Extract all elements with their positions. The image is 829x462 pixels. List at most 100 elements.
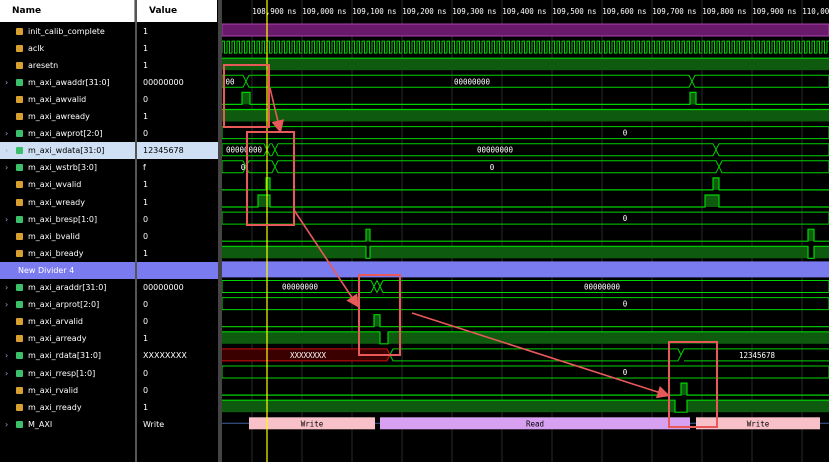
awready-wave-fill [222, 109, 829, 122]
signal-name: m_axi_rvalid [28, 385, 79, 395]
waveform-view[interactable]: 108,900 ns 109,000 ns 109,100 ns 109,200 ns 109,… [222, 0, 829, 462]
expand-chevron-icon[interactable]: › [5, 347, 8, 364]
signal-value: 0 [143, 214, 149, 224]
signal-row-23[interactable]: › M_AXI [0, 416, 135, 433]
wstrb-wave [245, 160, 276, 174]
signal-row-4[interactable]: m_axi_awvalid [0, 91, 135, 108]
timeline-unit: ns [687, 7, 696, 16]
signal-row-5[interactable]: m_axi_awready [0, 108, 135, 125]
signal-row-18[interactable]: m_axi_arready [0, 330, 135, 347]
signal-name: m_axi_bvalid [28, 231, 80, 241]
signal-value: 1 [143, 402, 149, 412]
timeline-label: 108,900 [252, 7, 284, 16]
signal-value-list: 1 1 1 00000000 0 1 0 12345678 f 1 1 0 0 1 00000000 0 0 1 X… [137, 22, 218, 462]
signal-name: M_AXI [28, 419, 53, 429]
wave-value-label: 12345678 [739, 351, 776, 360]
bit-signal-icon [16, 318, 23, 326]
expand-chevron-icon[interactable]: › [5, 159, 8, 176]
awvalid-wave-fill [690, 92, 696, 105]
aclk-wave [222, 40, 829, 54]
timeline-unit: ns [487, 7, 496, 16]
signal-row-15[interactable]: › m_axi_araddr[31:0] [0, 279, 135, 296]
rready-wave-fill [687, 400, 696, 413]
rresp-wave [222, 365, 829, 379]
bus-signal-icon [16, 301, 23, 309]
bit-signal-icon [16, 198, 23, 206]
signal-row-2[interactable]: aresetn [0, 57, 135, 74]
signal-value: 0 [143, 231, 149, 241]
expand-chevron-icon[interactable]: › [5, 125, 8, 142]
signal-value: 12345678 [137, 142, 218, 160]
wdata-wave [266, 143, 276, 157]
signal-name: m_axi_awready [28, 112, 90, 121]
signal-row-1[interactable]: aclk [0, 40, 135, 57]
arready-wave-fill [222, 331, 380, 344]
timeline-unit: ns [287, 7, 296, 16]
signal-row-9[interactable]: m_axi_wvalid [0, 176, 135, 193]
signal-row-21[interactable]: m_axi_rvalid [0, 382, 135, 399]
wave-value-label: 00000000 [584, 283, 621, 292]
signal-row-17[interactable]: m_axi_arvalid [0, 313, 135, 330]
expand-chevron-icon[interactable]: › [5, 211, 8, 228]
signal-value: Write [143, 419, 165, 429]
wave-value-label: 0 [623, 368, 628, 377]
expand-chevron-icon[interactable]: › [5, 279, 8, 296]
wave-value-label: 00000000 [454, 77, 491, 86]
signal-row-3[interactable]: › m_axi_awaddr[31:0] [0, 74, 135, 91]
signal-name: m_axi_rready [28, 402, 82, 412]
bvalid-wave-fill [808, 229, 814, 242]
wready-wave [222, 194, 829, 208]
wave-value-label: 00000000 [282, 283, 319, 292]
signal-row-0[interactable]: init_calib_complete [0, 23, 135, 40]
signal-row-8[interactable]: › m_axi_wstrb[3:0] [0, 159, 135, 176]
timeline-label: 109,700 [652, 7, 684, 16]
signal-row-22[interactable]: m_axi_rready [0, 399, 135, 416]
expand-chevron-icon[interactable]: › [5, 296, 8, 313]
bit-signal-icon [16, 249, 23, 257]
signal-row-10[interactable]: m_axi_wready [0, 194, 135, 211]
wdata-wave [715, 143, 829, 157]
expand-chevron-icon[interactable]: › [5, 74, 8, 91]
wave-value-label: 00000000 [226, 146, 263, 155]
init-calib-wave [222, 23, 829, 37]
signal-name: m_axi_wvalid [28, 180, 82, 190]
signal-row-7[interactable]: › m_axi_wdata[31:0] [0, 142, 135, 160]
signal-row-14[interactable]: New Divider 4 [0, 261, 135, 279]
signal-value: 00000000 [143, 283, 184, 292]
signal-value: f [143, 163, 146, 173]
signal-row-11[interactable]: › m_axi_bresp[1:0] [0, 211, 135, 228]
timeline-label: 109,800 [702, 7, 734, 16]
value-column-header[interactable]: Value [137, 0, 217, 22]
signal-value: 1 [143, 112, 149, 121]
bready-wave-fill [370, 246, 808, 259]
signal-value: XXXXXXXX [143, 351, 187, 361]
bit-signal-icon [16, 232, 23, 240]
timeline-unit: ns [637, 7, 646, 16]
expand-chevron-icon[interactable]: › [5, 142, 8, 159]
signal-row-6[interactable]: › m_axi_awprot[2:0] [0, 125, 135, 142]
signal-name: New Divider 4 [18, 265, 75, 275]
bus-signal-icon [16, 420, 23, 428]
signal-row-12[interactable]: m_axi_bvalid [0, 228, 135, 245]
signal-name: m_axi_araddr[31:0] [28, 283, 107, 292]
wave-value-label: XXXXXXXX [290, 351, 327, 360]
wready-wave-fill [705, 195, 719, 207]
expand-chevron-icon[interactable]: › [5, 416, 8, 433]
bit-signal-icon [16, 403, 23, 411]
signal-row-19[interactable]: › m_axi_rdata[31:0] [0, 347, 135, 364]
expand-chevron-icon[interactable]: › [5, 365, 8, 382]
signal-row-13[interactable]: m_axi_bready [0, 245, 135, 262]
signal-name: m_axi_wready [28, 197, 85, 207]
timeline-unit: ns [337, 7, 346, 16]
signal-value: 1 [143, 248, 149, 258]
arvalid-wave [222, 314, 829, 328]
bus-signal-icon [16, 369, 23, 377]
name-column-header[interactable]: Name [0, 0, 135, 22]
bit-signal-icon [16, 61, 23, 69]
signal-name: m_axi_wdata[31:0] [28, 146, 105, 156]
signal-name: aclk [28, 43, 45, 53]
signal-row-20[interactable]: › m_axi_rresp[1:0] [0, 365, 135, 382]
wave-value-label: 0 [623, 129, 628, 138]
bus-signal-icon [16, 147, 23, 155]
signal-row-16[interactable]: › m_axi_arprot[2:0] [0, 296, 135, 313]
